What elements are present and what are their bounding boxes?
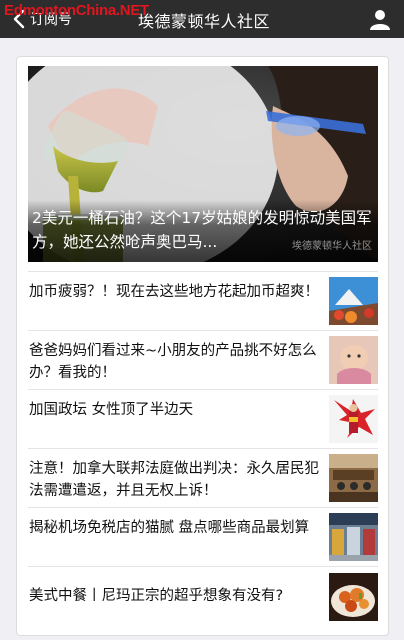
chinese-food-image <box>329 573 378 621</box>
list-item[interactable]: 加国政坛 女性顶了半边天 <box>28 389 378 448</box>
article-title: 加币疲弱？！现在去这些地方花起加币超爽！ <box>29 284 319 300</box>
hero-article[interactable]: 2美元一桶石油？这个17岁姑娘的发明惊动美国军方，她还公然呛声奥巴马... 埃德… <box>28 66 378 262</box>
article-title: 注意！加拿大联邦法庭做出判决：永久居民犯法需遭遣返，并且无权上诉！ <box>29 461 319 499</box>
wonder-woman-flag-image <box>329 395 378 443</box>
list-item[interactable]: 加币疲弱？！现在去这些地方花起加币超爽！ <box>28 271 378 330</box>
list-item[interactable]: 爸爸妈妈们看过来~小朋友的产品挑不好怎么办？看我的！ <box>28 330 378 389</box>
article-title: 揭秘机场免税店的猫腻 盘点哪些商品最划算 <box>29 520 310 536</box>
site-watermark: EdmontonChina.NET <box>4 2 149 19</box>
article-title: 美式中餐丨尼玛正宗的超乎想象有没有? <box>29 588 284 604</box>
list-item[interactable]: 美式中餐丨尼玛正宗的超乎想象有没有? <box>28 566 378 625</box>
duty-free-shop-image <box>329 513 378 561</box>
article-card: 2美元一桶石油？这个17岁姑娘的发明惊动美国军方，她还公然呛声奥巴马... 埃德… <box>16 56 389 636</box>
courtroom-image <box>329 454 378 502</box>
baby-image <box>329 336 378 384</box>
profile-icon[interactable] <box>368 7 392 31</box>
article-title: 加国政坛 女性顶了半边天 <box>29 402 194 418</box>
list-item[interactable]: 揭秘机场免税店的猫腻 盘点哪些商品最划算 <box>28 507 378 566</box>
top-navigation-bar: 订阅号 埃德蒙顿华人社区 EdmontonChina.NET <box>0 0 404 38</box>
hero-image-watermark: 埃德蒙顿华人社区 <box>292 241 372 252</box>
article-title: 爸爸妈妈们看过来~小朋友的产品挑不好怎么办？看我的！ <box>29 343 317 381</box>
page-title: 埃德蒙顿华人社区 <box>138 12 271 31</box>
list-item[interactable]: 注意！加拿大联邦法庭做出判决：永久居民犯法需遭遣返，并且无权上诉！ <box>28 448 378 507</box>
mountain-travel-image <box>329 277 378 325</box>
